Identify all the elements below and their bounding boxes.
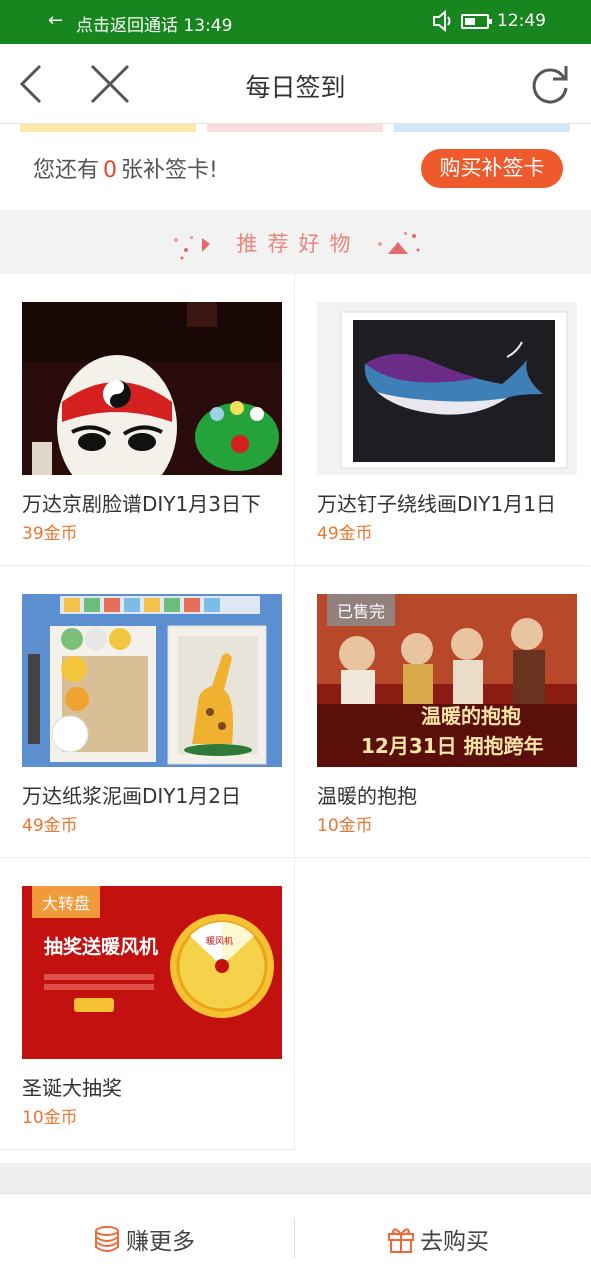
section-title-char: 推 (236, 232, 262, 256)
bottom-tab-bar: 赚更多 去购买 (0, 1193, 591, 1280)
makeup-card-prefix: 您还有 (33, 158, 100, 183)
product-name: 万达纸浆泥画DIY1月2日 (22, 784, 241, 808)
section-title-char: 荐 (267, 232, 293, 256)
product-price: 10金币 (317, 816, 373, 836)
poster-subtitle: 12月31日 拥抱跨年 (361, 734, 544, 758)
wheel-prize-label: 暖风机 (206, 937, 234, 947)
confetti-right-icon (378, 232, 420, 254)
buy-makeup-card-button[interactable]: 购买补签卡 (421, 149, 563, 188)
product-image-lucky-wheel: 抽奖送暖风机 暖风机 大转盘 (22, 886, 282, 1059)
return-call-arrow-icon[interactable]: ← (48, 10, 63, 31)
tab-divider (294, 1218, 295, 1258)
calendar-strip-yellow (20, 124, 196, 132)
product-image-movie-poster: 温暖的抱抱 12月31日 拥抱跨年 已售完 (317, 594, 577, 767)
makeup-card-suffix: 张补签卡! (121, 158, 218, 183)
go-buy-label: 去购买 (420, 1229, 489, 1255)
battery-icon (461, 14, 492, 29)
calendar-strip-blue (394, 124, 570, 132)
section-title: 推荐好物 (0, 228, 591, 258)
product-price: 39金币 (22, 524, 78, 544)
return-to-call-text[interactable]: 点击返回通话 13:49 (76, 11, 232, 36)
page-title: 每日签到 (245, 73, 346, 102)
earn-more-tab[interactable]: 赚更多 (92, 1222, 195, 1256)
product-card[interactable]: 温暖的抱抱 12月31日 拥抱跨年 已售完 温暖的抱抱 10金币 (295, 566, 590, 858)
product-name: 圣诞大抽奖 (22, 1076, 122, 1100)
poster-title: 温暖的抱抱 (421, 704, 521, 728)
product-card[interactable]: 万达钉子绕线画DIY1月1日 49金币 (295, 274, 590, 566)
product-card[interactable]: 万达纸浆泥画DIY1月2日 49金币 (0, 566, 295, 858)
product-image-opera-mask (22, 302, 282, 475)
recommended-section-header: 推荐好物 (0, 210, 591, 274)
makeup-card-row: 您还有 0 张补签卡! 购买补签卡 (0, 132, 591, 210)
product-card[interactable]: 抽奖送暖风机 暖风机 大转盘 圣诞大抽奖 10金币 (0, 858, 295, 1150)
sold-out-badge: 已售完 (327, 594, 396, 626)
gift-icon (388, 1228, 414, 1253)
earn-more-label: 赚更多 (126, 1229, 195, 1255)
status-bar: ← 点击返回通话 13:49 12:49 (0, 0, 591, 44)
section-title-char: 物 (329, 232, 355, 256)
product-price: 10金币 (22, 1108, 78, 1128)
lottery-banner-title: 抽奖送暖风机 (44, 936, 159, 958)
product-image-paper-pulp-painting (22, 594, 282, 767)
refresh-icon[interactable] (528, 62, 572, 106)
section-title-char: 好 (298, 232, 324, 256)
makeup-card-count: 0 (103, 158, 118, 183)
coins-icon (95, 1226, 119, 1252)
product-name: 万达京剧脸谱DIY1月3日下 (22, 492, 261, 516)
product-name: 温暖的抱抱 (317, 784, 417, 808)
lucky-wheel-badge: 大转盘 (32, 886, 101, 918)
nav-bar: 每日签到 (0, 44, 591, 124)
makeup-card-text: 您还有 0 张补签卡! (33, 152, 218, 184)
volume-icon (433, 9, 451, 33)
product-name: 万达钉子绕线画DIY1月1日 (317, 492, 556, 516)
bottom-spacer (0, 1163, 591, 1193)
product-card[interactable]: 万达京剧脸谱DIY1月3日下 39金币 (0, 274, 295, 566)
status-clock: 12:49 (497, 11, 546, 31)
go-buy-tab[interactable]: 去购买 (386, 1222, 489, 1256)
product-image-whale-string-art (317, 302, 577, 475)
product-price: 49金币 (22, 816, 78, 836)
calendar-strip-pink (207, 124, 383, 132)
product-price: 49金币 (317, 524, 373, 544)
